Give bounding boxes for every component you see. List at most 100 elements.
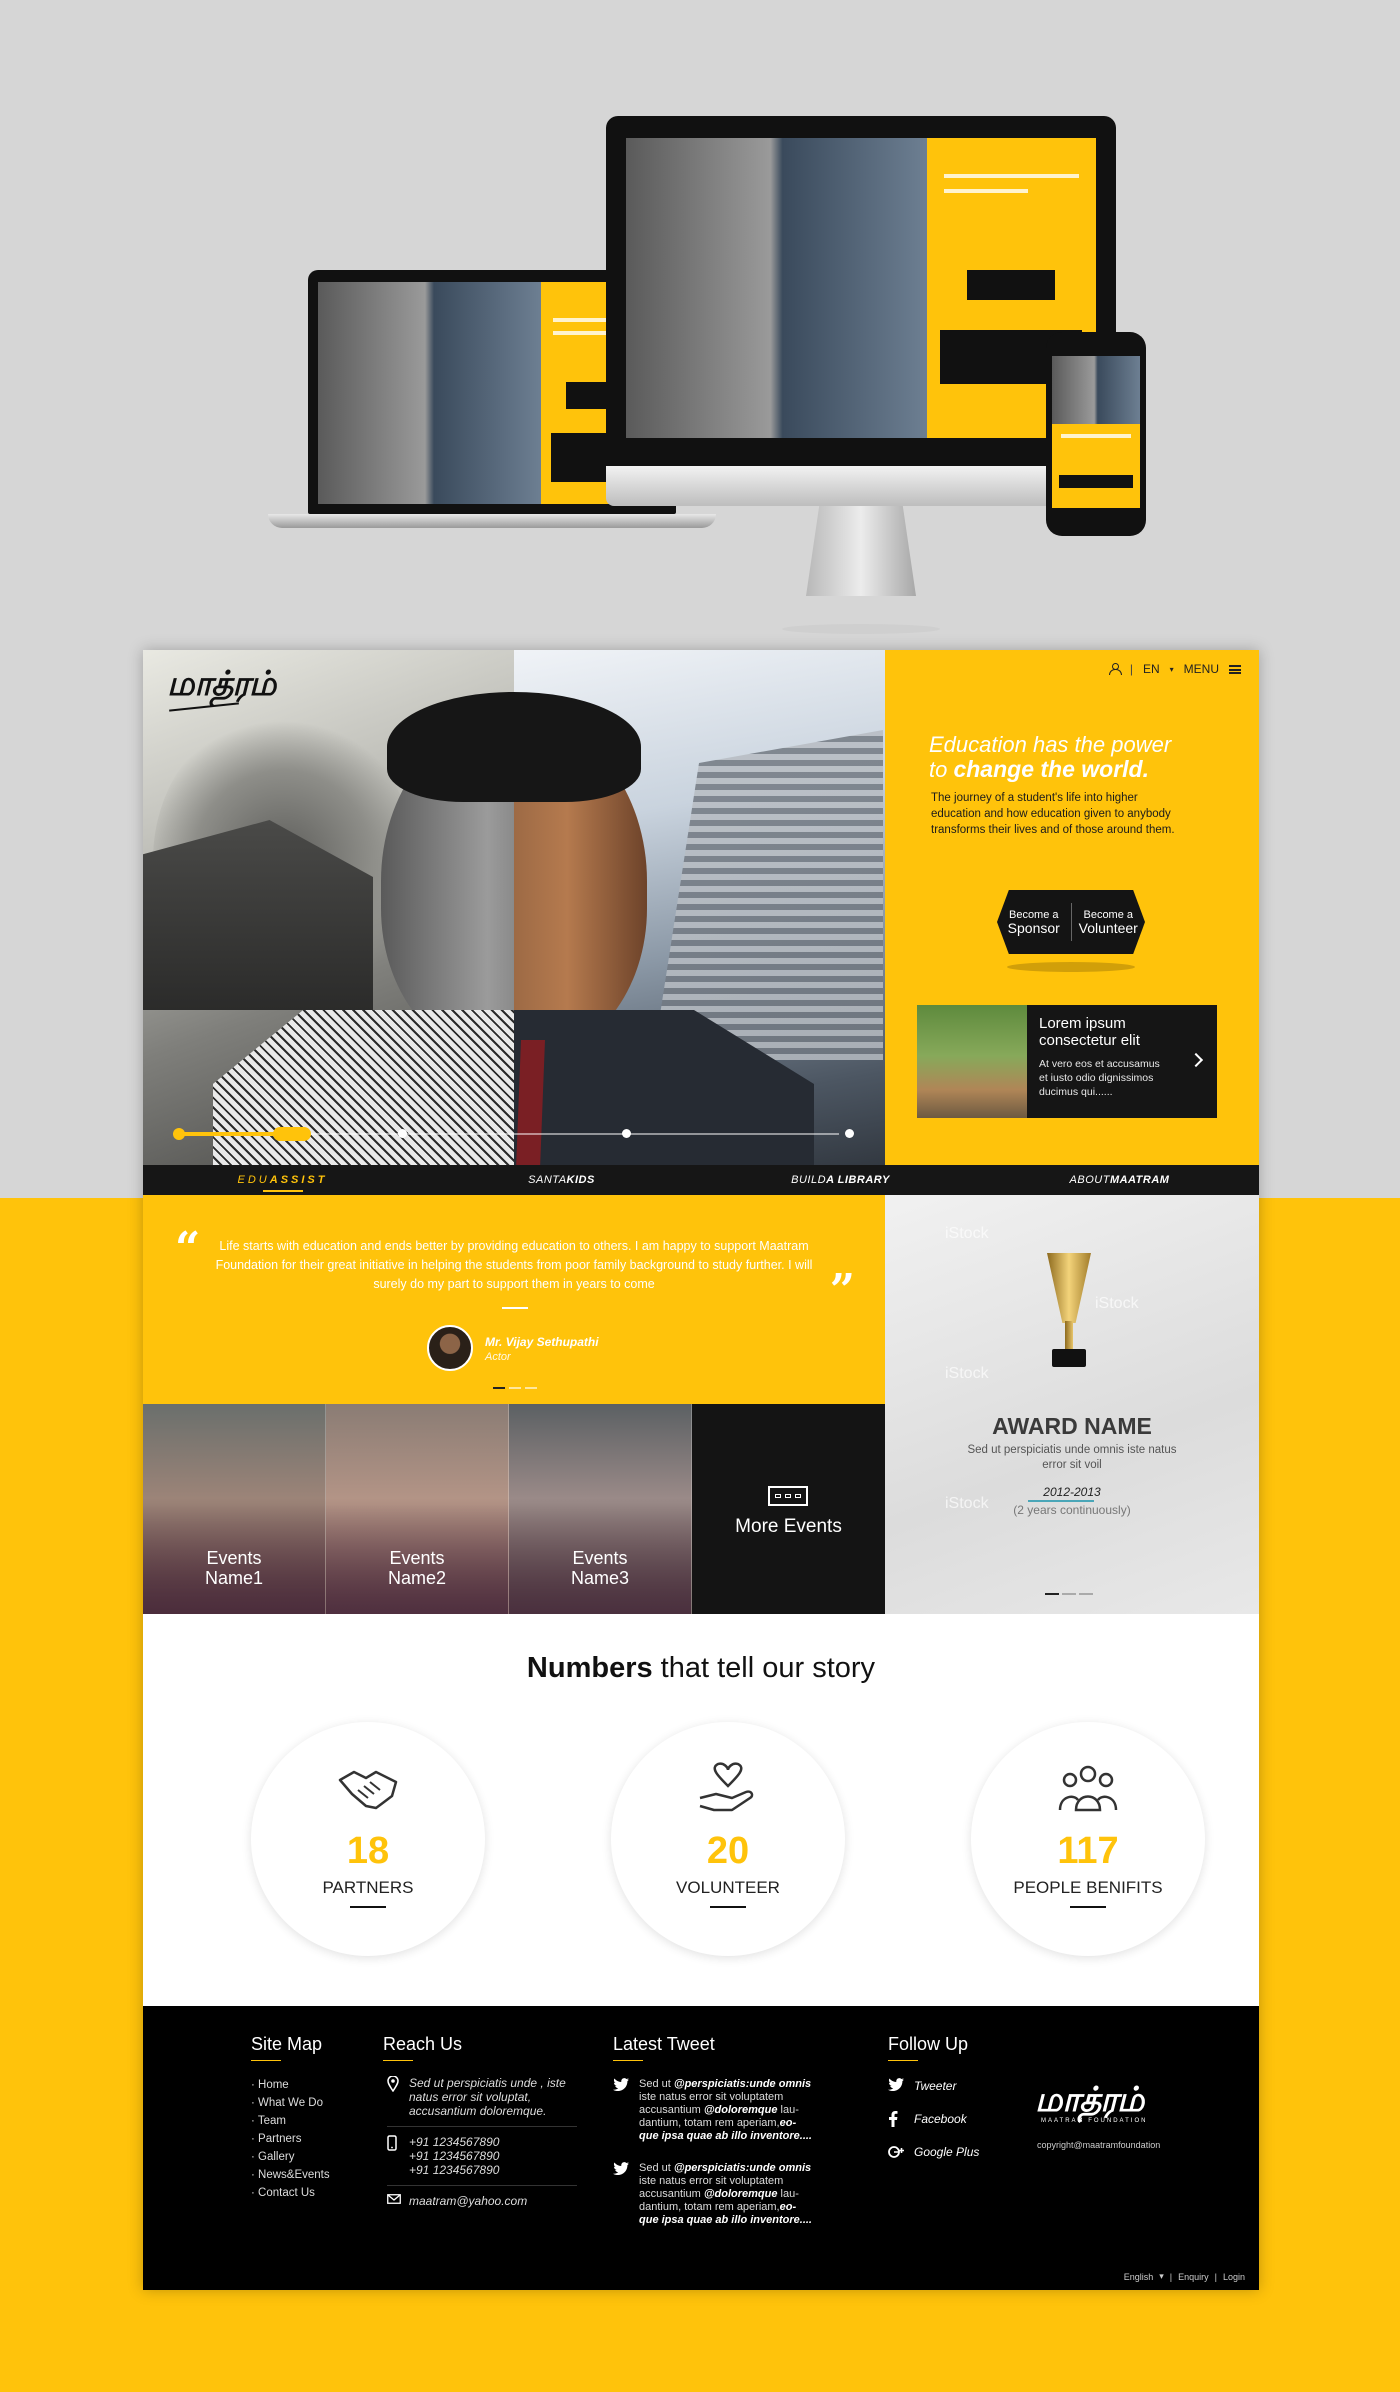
website-page: மாத்ரம் | EN ▾ MENU Education has the po… — [143, 650, 1259, 2290]
tweet-handle[interactable]: @doloremque — [704, 2188, 778, 2200]
login-link[interactable]: Login — [1223, 2272, 1245, 2282]
tweet-item: Sed ut @perspiciatis:unde omnis iste nat… — [613, 2078, 813, 2143]
sitemap-link[interactable]: · Contact Us — [251, 2184, 330, 2202]
site-logo[interactable]: மாத்ரம் — [167, 664, 276, 708]
desktop-stand — [806, 506, 916, 596]
follow-title: Follow Up — [888, 2034, 969, 2061]
award-pager — [1045, 1593, 1093, 1595]
pager-dot[interactable] — [509, 1387, 521, 1389]
tweet-handle[interactable]: @perspiciatis:unde omnis — [674, 2162, 811, 2174]
become-sponsor-button[interactable]: Become a Sponsor — [997, 909, 1071, 935]
testimonial-author: Mr. Vijay Sethupathi — [485, 1335, 599, 1349]
stat-people-benefits: 117 PEOPLE BENIFITS — [971, 1722, 1205, 1956]
award-years: 2012-2013 — [1043, 1485, 1101, 1499]
social-links: Tweeter Facebook Google Plus — [888, 2078, 979, 2177]
watermark: iStock — [1095, 1295, 1139, 1312]
google-plus-icon — [888, 2146, 904, 2158]
sitemap-link[interactable]: · News&Events — [251, 2166, 330, 2184]
event-card[interactable]: Events Name2 — [326, 1404, 509, 1614]
stat-volunteer: 20 VOLUNTEER — [611, 1722, 845, 1956]
pager-dot[interactable] — [493, 1387, 505, 1389]
language-select[interactable]: English — [1124, 2272, 1154, 2282]
chevron-down-icon: ▾ — [1159, 2271, 1164, 2281]
watermark: iStock — [945, 1365, 989, 1382]
menu-button[interactable]: MENU — [1184, 662, 1219, 676]
user-icon[interactable] — [1108, 663, 1122, 675]
handshake-icon — [338, 1770, 398, 1810]
facebook-icon — [889, 2111, 898, 2127]
tab-eduassist[interactable]: EDU ASSIST — [143, 1165, 422, 1195]
language-select[interactable]: EN — [1143, 662, 1160, 676]
award-name: AWARD NAME — [992, 1413, 1152, 1439]
phone-number[interactable]: +91 1234567890 — [409, 2163, 499, 2177]
tweet-handle[interactable]: @doloremque — [704, 2104, 778, 2116]
desktop-chin — [606, 466, 1116, 506]
site-footer: Site Map · Home · What We Do · Team · Pa… — [143, 2006, 1259, 2290]
sitemap-link[interactable]: · Team — [251, 2112, 330, 2130]
quote-close-icon: ” — [829, 1265, 855, 1316]
mail-icon — [387, 2194, 401, 2204]
quote-open-icon: “ — [175, 1223, 201, 1274]
phone-number[interactable]: +91 1234567890 — [409, 2149, 499, 2163]
more-events-button[interactable]: More Events — [692, 1404, 885, 1614]
news-image — [917, 1005, 1027, 1118]
tab-santakids[interactable]: SANTA KIDS — [422, 1165, 701, 1195]
numbers-title: Numbers that tell our story — [526, 1652, 876, 1684]
stat-partners: 18 PARTNERS — [251, 1722, 485, 1956]
hero-title: Education has the power to change the wo… — [929, 732, 1172, 782]
hero-section: மாத்ரம் | EN ▾ MENU Education has the po… — [143, 650, 1259, 1195]
tweet-handle[interactable]: @perspiciatis:unde omnis — [674, 2078, 811, 2090]
twitter-icon — [613, 2162, 629, 2175]
avatar — [427, 1325, 473, 1371]
footer-bottom-bar: English ▾ | Enquiry | Login — [1123, 2271, 1245, 2282]
testimonial-text: Life starts with education and ends bett… — [215, 1239, 813, 1291]
hamburger-icon[interactable] — [1229, 664, 1241, 674]
testimonial-role: Actor — [485, 1351, 511, 1363]
hero-slider-pill[interactable] — [273, 1127, 311, 1141]
cta-hexagon: Become a Sponsor Become a Volunteer — [997, 890, 1145, 954]
news-card[interactable]: Lorem ipsum consectetur elit At vero eos… — [917, 1005, 1217, 1118]
hero-slider-handle[interactable] — [173, 1128, 185, 1140]
top-nav: | EN ▾ MENU — [1108, 662, 1241, 676]
pager-dot[interactable] — [1045, 1593, 1059, 1595]
location-pin-icon — [387, 2076, 399, 2092]
hero-photo: மாத்ரம் — [143, 650, 885, 1195]
hero-slider-dot[interactable] — [845, 1129, 854, 1138]
become-volunteer-button[interactable]: Become a Volunteer — [1072, 909, 1146, 935]
social-link-twitter[interactable]: Tweeter — [888, 2078, 979, 2111]
copyright: copyright@maatramfoundation — [1037, 2140, 1161, 2150]
sitemap-link[interactable]: · Home — [251, 2076, 330, 2094]
news-title: Lorem ipsum consectetur elit — [1039, 1015, 1140, 1049]
email-link[interactable]: maatram@yahoo.com — [409, 2194, 527, 2208]
enquiry-link[interactable]: Enquiry — [1178, 2272, 1209, 2282]
pager-dot[interactable] — [1062, 1593, 1076, 1595]
sitemap-link[interactable]: · Gallery — [251, 2148, 330, 2166]
event-card[interactable]: Events Name1 — [143, 1404, 326, 1614]
numbers-section: Numbers that tell our story 18 PARTNERS … — [143, 1614, 1259, 2006]
events-strip: Events Name1 Events Name2 Events Name3 More… — [143, 1404, 885, 1614]
sitemap-title: Site Map — [251, 2034, 323, 2061]
hero-text: The journey of a student's life into hig… — [931, 792, 1175, 836]
trophy-icon — [1047, 1253, 1091, 1323]
tab-about-maatram[interactable]: ABOUT MAATRAM — [980, 1165, 1259, 1195]
chevron-down-icon: ▾ — [1169, 664, 1174, 674]
sitemap-list: · Home · What We Do · Team · Partners · … — [251, 2076, 330, 2202]
hero-slider-dot[interactable] — [622, 1129, 631, 1138]
event-card[interactable]: Events Name3 — [509, 1404, 692, 1614]
gallery-icon — [768, 1486, 808, 1506]
reach-us: Sed ut perspiciatis unde , iste natus er… — [387, 2076, 577, 2224]
social-link-google-plus[interactable]: Google Plus — [888, 2144, 979, 2177]
hero-slider-dot[interactable] — [398, 1129, 407, 1138]
sitemap-link[interactable]: · What We Do — [251, 2094, 330, 2112]
award-section: iStock iStock iStock iStock AWARD NAME S… — [885, 1195, 1259, 1614]
address: Sed ut perspiciatis unde , iste natus er… — [409, 2076, 566, 2118]
tab-build-a-library[interactable]: BUILD A LIBRARY — [701, 1165, 980, 1195]
social-link-facebook[interactable]: Facebook — [888, 2111, 979, 2144]
pager-dot[interactable] — [1079, 1593, 1093, 1595]
phone-number[interactable]: +91 1234567890 — [409, 2135, 499, 2149]
chevron-right-icon[interactable] — [1188, 1052, 1204, 1068]
sitemap-link[interactable]: · Partners — [251, 2130, 330, 2148]
pager-dot[interactable] — [525, 1387, 537, 1389]
award-continuity: (2 years continuously) — [1013, 1503, 1131, 1517]
testimonial-section: “ Life starts with education and ends be… — [143, 1195, 885, 1404]
